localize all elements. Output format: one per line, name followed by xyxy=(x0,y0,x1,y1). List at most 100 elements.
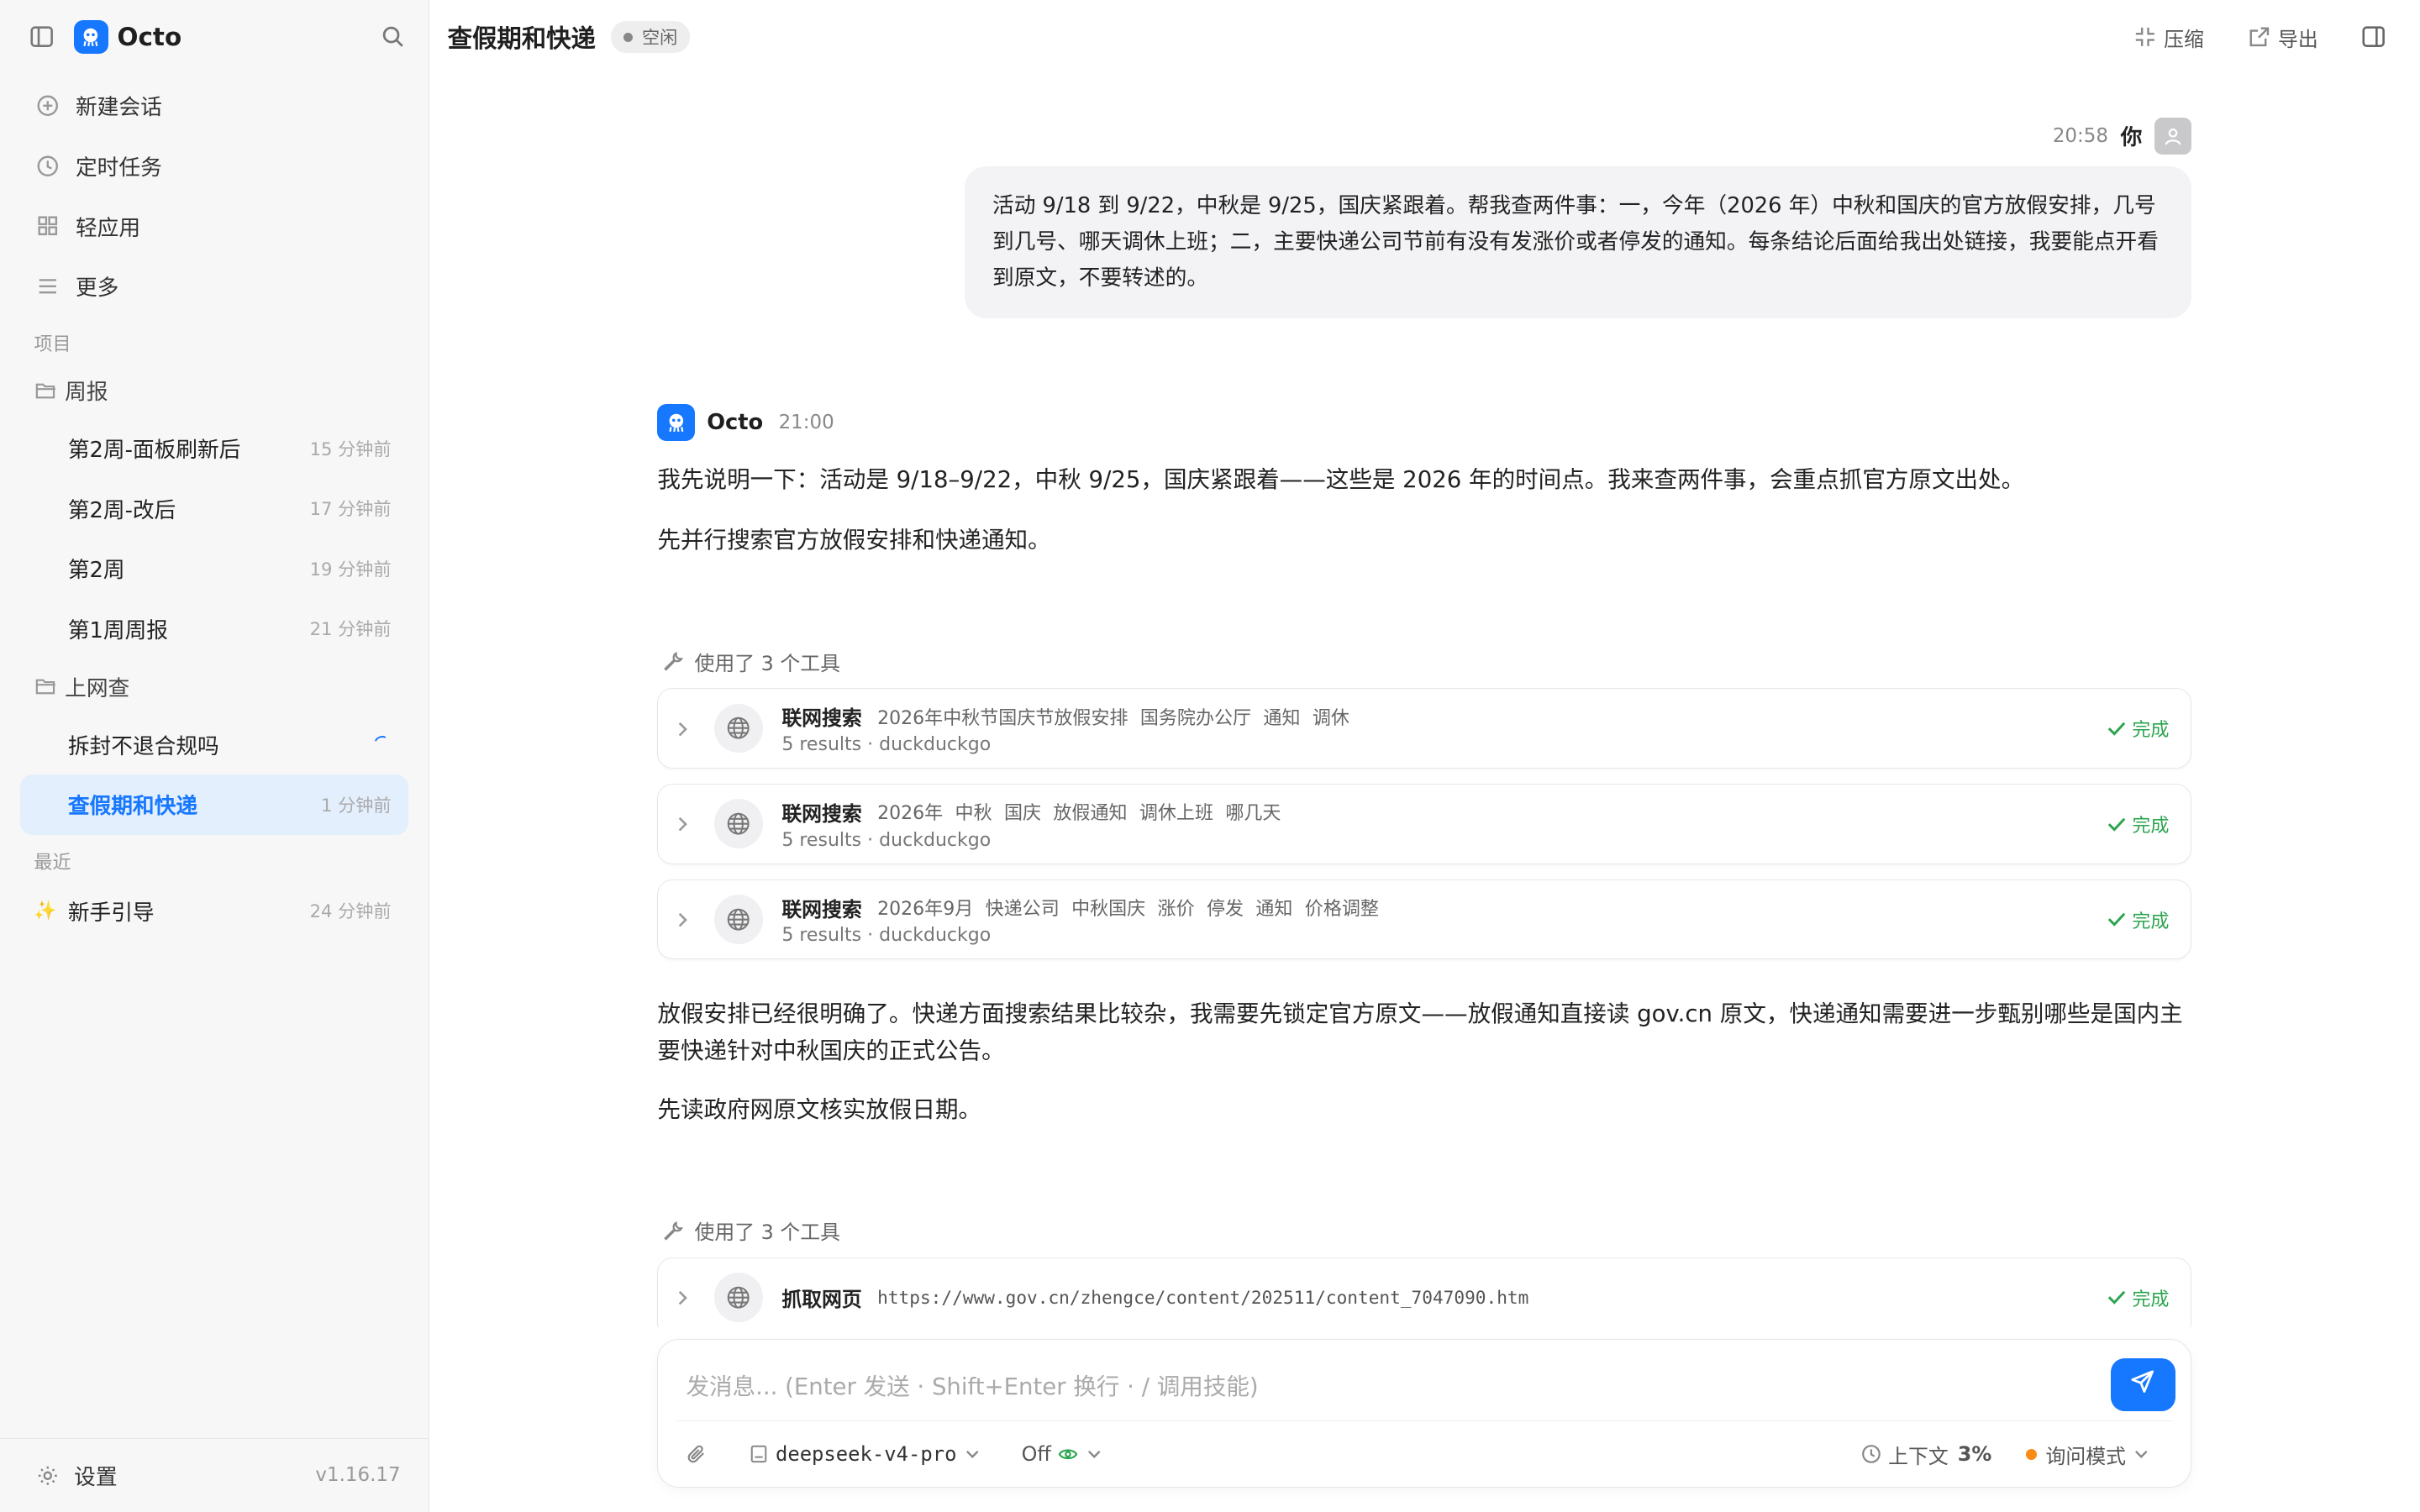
model-icon xyxy=(748,1441,770,1468)
assistant-paragraph: 先读政府网原文核实放假日期。 xyxy=(657,1095,982,1123)
tools-used-header[interactable]: 使用了 3 个工具 xyxy=(657,1215,2191,1245)
chevron-right-icon xyxy=(676,810,695,838)
page-title: 查假期和快递 xyxy=(447,24,596,54)
tool-call-card[interactable]: 联网搜索 2026年9月 快递公司 中秋国庆 涨价 停发 通知 价格调整 5 re… xyxy=(657,879,2192,960)
nav-light-apps[interactable]: 轻应用 xyxy=(0,196,429,256)
session-item-active[interactable]: 查假期和快递 1 分钟前 xyxy=(19,774,408,835)
session-title: 第1周周报 xyxy=(67,617,168,643)
check-icon xyxy=(2106,810,2128,837)
context-value: 3% xyxy=(1957,1442,1992,1467)
session-title: 新手引导 xyxy=(67,900,155,926)
tool-name: 抓取网页 xyxy=(781,1288,862,1312)
tool-info: 抓取网页 https://www.gov.cn/zhengce/content/2… xyxy=(781,1283,2106,1312)
compress-label: 压缩 xyxy=(2164,27,2204,51)
tool-info: 联网搜索 2026年 中秋 国庆 放假通知 调休上班 哪几天 5 results … xyxy=(781,797,2106,851)
tool-status: 完成 xyxy=(2106,714,2169,742)
assistant-name: Octo xyxy=(707,410,764,436)
tool-status: 完成 xyxy=(2106,1284,2169,1311)
tool-call-card[interactable]: 抓取网页 https://www.gov.cn/zhengce/content/2… xyxy=(657,1257,2192,1327)
export-button[interactable]: 导出 xyxy=(2247,23,2318,52)
session-time: 19 分钟前 xyxy=(309,558,392,580)
loading-spinner-icon xyxy=(371,733,394,756)
message-composer: 发消息... (Enter 发送 · Shift+Enter 换行 · / 调用… xyxy=(657,1339,2192,1488)
thinking-value: Off xyxy=(1021,1442,1051,1467)
wrench-icon xyxy=(660,648,685,675)
folder-web-search[interactable]: 上网查 xyxy=(0,659,429,714)
tool-name: 联网搜索 xyxy=(781,801,862,826)
context-label: 上下文 xyxy=(1888,1444,1949,1468)
chevron-down-icon xyxy=(1085,1441,1103,1468)
header-bar: 查假期和快递 空闲 压缩 导出 xyxy=(429,0,2420,74)
session-item[interactable]: 第2周-改后 17 分钟前 xyxy=(0,478,429,538)
check-icon xyxy=(2106,1284,2128,1311)
export-label: 导出 xyxy=(2278,27,2318,51)
tool-url[interactable]: https://www.gov.cn/zhengce/content/20251… xyxy=(877,1287,1528,1308)
eye-icon xyxy=(1057,1441,1079,1468)
send-button[interactable] xyxy=(2110,1358,2175,1411)
mode-selector[interactable]: 询问模式 xyxy=(2025,1440,2157,1469)
thinking-toggle[interactable]: Off xyxy=(1022,1441,1110,1468)
message-input[interactable]: 发消息... (Enter 发送 · Shift+Enter 换行 · / 调用… xyxy=(686,1368,1258,1401)
chat-scroll-area[interactable]: 20:58 你 活动 9/18 到 9/22，中秋是 9/25，国庆紧跟着。帮我… xyxy=(429,74,2420,1327)
status-badge: 空闲 xyxy=(611,21,690,53)
wrench-icon xyxy=(660,1216,685,1244)
tool-call-card[interactable]: 联网搜索 2026年中秋节国庆节放假安排 国务院办公厅 通知 调休 5 resul… xyxy=(657,688,2192,769)
session-title: 第2周-面板刷新后 xyxy=(67,438,241,463)
assistant-message-meta: Octo 21:00 xyxy=(657,404,2191,442)
model-selector[interactable]: deepseek-v4-pro xyxy=(748,1441,987,1468)
user-avatar-icon xyxy=(2154,117,2192,155)
tool-meta: 5 results · duckduckgo xyxy=(781,733,992,755)
chevron-right-icon xyxy=(676,714,695,743)
session-item[interactable]: 第1周周报 21 分钟前 xyxy=(0,599,429,659)
main-panel: 查假期和快递 空闲 压缩 导出 20:58 你 活动 9/18 到 9/22，中… xyxy=(429,0,2420,1512)
tool-info: 联网搜索 2026年9月 快递公司 中秋国庆 涨价 停发 通知 价格调整 5 re… xyxy=(781,893,2106,947)
context-usage[interactable]: 上下文 3% xyxy=(1860,1440,1991,1469)
attach-button[interactable] xyxy=(686,1441,713,1468)
nav-scheduled-tasks[interactable]: 定时任务 xyxy=(0,136,429,197)
tool-status-text: 完成 xyxy=(2132,719,2170,741)
session-title: 第2周 xyxy=(67,558,125,584)
app-title: Octo xyxy=(117,23,182,52)
folder-weekly-report[interactable]: 周报 xyxy=(0,363,429,418)
tool-status-text: 完成 xyxy=(2132,815,2170,837)
session-time: 15 分钟前 xyxy=(309,438,392,459)
sparkle-icon: ✨ xyxy=(34,900,57,921)
globe-icon xyxy=(713,799,764,849)
toggle-right-panel[interactable] xyxy=(2361,24,2392,51)
gear-icon[interactable] xyxy=(34,1462,61,1489)
tool-meta: 5 results · duckduckgo xyxy=(781,829,992,851)
check-icon xyxy=(2106,714,2128,742)
tools-used-label: 使用了 3 个工具 xyxy=(694,651,840,675)
session-item[interactable]: 拆封不退合规吗 xyxy=(0,714,429,774)
tools-used-header[interactable]: 使用了 3 个工具 xyxy=(657,647,2191,676)
nav-more[interactable]: 更多 xyxy=(0,256,429,317)
toggle-sidebar-icon[interactable] xyxy=(28,24,55,51)
search-icon[interactable] xyxy=(379,24,407,51)
user-message-bubble: 活动 9/18 到 9/22，中秋是 9/25，国庆紧跟着。帮我查两件事：一，今… xyxy=(964,166,2192,319)
status-dot xyxy=(623,32,633,42)
clock-icon xyxy=(1860,1441,1882,1468)
tool-status: 完成 xyxy=(2106,810,2169,837)
session-item[interactable]: 第2周 19 分钟前 xyxy=(0,538,429,599)
nav-label: 新建会话 xyxy=(75,95,162,121)
check-icon xyxy=(2106,906,2128,933)
folder-name: 上网查 xyxy=(65,675,130,701)
nav-label: 轻应用 xyxy=(75,215,141,241)
compress-button[interactable]: 压缩 xyxy=(2133,23,2204,52)
folder-open-icon xyxy=(34,673,58,701)
nav-new-chat[interactable]: 新建会话 xyxy=(0,76,429,136)
composer-toolbar: deepseek-v4-pro Off 上下文 3% 询问模式 xyxy=(686,1432,2156,1475)
sidebar: Octo 新建会话 定时任务 轻应用 更多 项目 周报 第2周-面板刷新后 15… xyxy=(0,0,429,1512)
octo-avatar-icon xyxy=(657,404,695,442)
user-message-meta: 20:58 你 xyxy=(2053,117,2192,155)
session-item[interactable]: ✨ 新手引导 24 分钟前 xyxy=(0,881,429,942)
assistant-paragraph: 我先说明一下：活动是 9/18–9/22，中秋 9/25，国庆紧跟着——这些是 … xyxy=(657,466,2025,494)
session-item[interactable]: 第2周-面板刷新后 15 分钟前 xyxy=(0,418,429,479)
plus-circle-icon xyxy=(34,92,61,119)
export-icon xyxy=(2247,24,2271,51)
paperclip-icon xyxy=(686,1441,708,1468)
tool-call-card[interactable]: 联网搜索 2026年 中秋 国庆 放假通知 调休上班 哪几天 5 results … xyxy=(657,784,2192,864)
send-icon xyxy=(2130,1369,2154,1399)
settings-button[interactable]: 设置 xyxy=(74,1460,117,1491)
model-name: deepseek-v4-pro xyxy=(775,1442,957,1467)
